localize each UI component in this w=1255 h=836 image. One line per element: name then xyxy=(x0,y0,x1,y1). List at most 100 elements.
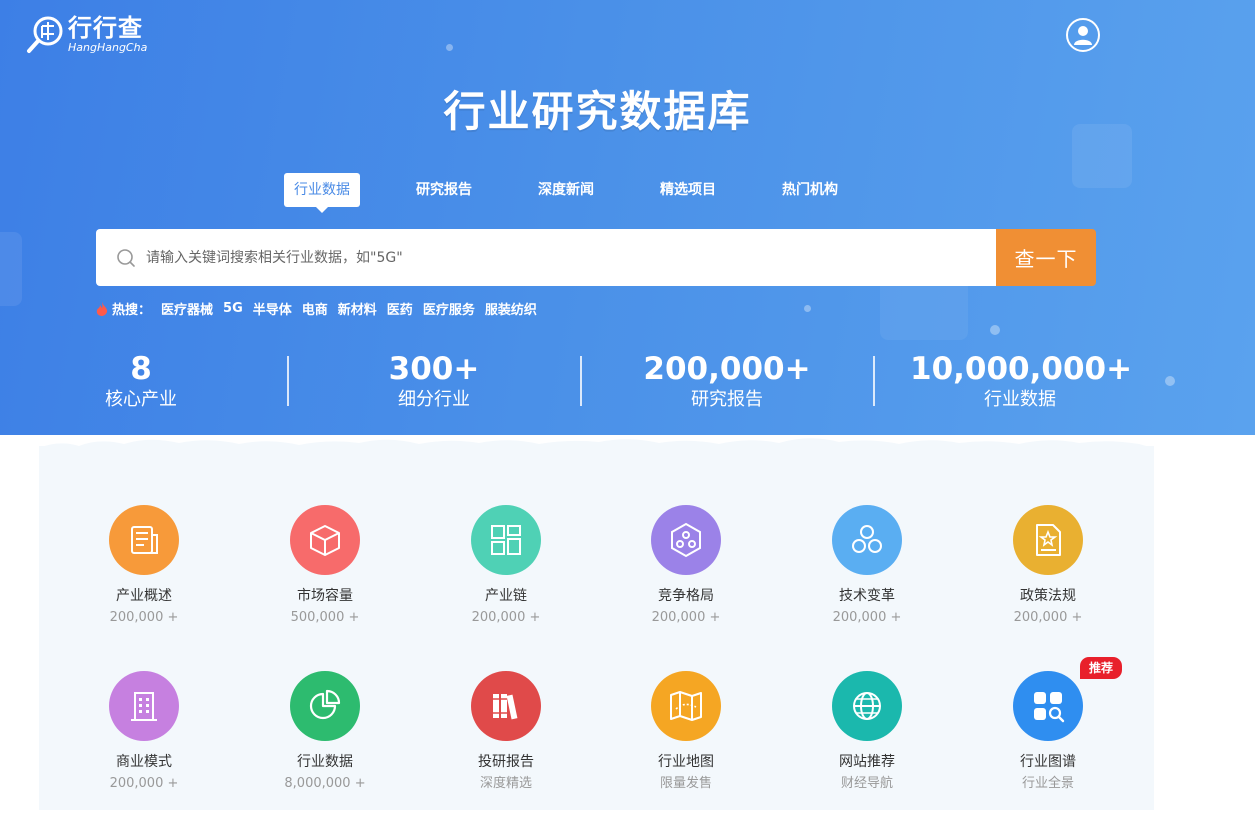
category-policy-regulations[interactable]: 政策法规 200,000 + xyxy=(973,505,1123,627)
stat-industry-data: 10,000,000+ 行业数据 xyxy=(910,351,1133,414)
hot-searches: 热搜： 医疗器械 5G 半导体 电商 新材料 医药 医疗服务 服装纺织 xyxy=(96,299,547,318)
magnifier-logo-icon xyxy=(27,16,63,53)
stat-label: 核心产业 xyxy=(105,389,177,410)
policy-document-icon xyxy=(1013,505,1083,575)
hot-searches-label: 热搜： xyxy=(112,303,152,318)
stat-divider xyxy=(287,356,289,406)
stat-value: 300+ xyxy=(388,351,480,387)
map-icon xyxy=(651,671,721,741)
page-title: 行业研究数据库 xyxy=(443,87,752,136)
category-name: 网站推荐 xyxy=(839,754,895,770)
cloud-edge xyxy=(39,438,1154,458)
category-count: 200,000 + xyxy=(471,610,541,625)
category-industry-data[interactable]: 行业数据 8,000,000 + xyxy=(250,671,400,793)
hot-search-link[interactable]: 新材料 xyxy=(338,299,377,318)
category-market-capacity[interactable]: 市场容量 500,000 + xyxy=(250,505,400,627)
category-count: 200,000 + xyxy=(1013,610,1083,625)
tab-selected-projects[interactable]: 精选项目 xyxy=(650,173,726,207)
category-industry-overview[interactable]: 产业概述 200,000 + xyxy=(69,505,219,627)
decor-square xyxy=(0,232,22,306)
user-account-button[interactable] xyxy=(1066,18,1100,52)
category-subtitle: 行业全景 xyxy=(1021,776,1074,791)
category-industry-chain[interactable]: 产业链 200,000 + xyxy=(431,505,581,627)
category-name: 竞争格局 xyxy=(658,588,714,604)
stat-label: 行业数据 xyxy=(984,389,1056,410)
tab-popular-institutions[interactable]: 热门机构 xyxy=(772,173,848,207)
tab-research-reports[interactable]: 研究报告 xyxy=(406,173,482,207)
category-panel: 产业概述 200,000 + 市场容量 500,000 + 产业链 200,00… xyxy=(39,438,1154,810)
pie-chart-icon xyxy=(290,671,360,741)
category-count: 500,000 + xyxy=(290,610,360,625)
molecule-icon xyxy=(832,505,902,575)
category-website-recommendations[interactable]: 网站推荐 财经导航 xyxy=(792,671,942,793)
category-name: 行业数据 xyxy=(297,754,353,770)
search-button[interactable]: 查一下 xyxy=(996,229,1096,286)
stat-value: 200,000+ xyxy=(643,351,811,387)
category-subtitle: 深度精选 xyxy=(479,776,532,791)
category-name: 行业地图 xyxy=(658,754,714,770)
hot-search-link[interactable]: 医疗服务 xyxy=(423,299,475,318)
category-count: 200,000 + xyxy=(832,610,902,625)
logo[interactable]: 行行查 HangHangCha xyxy=(26,14,147,54)
category-name: 政策法规 xyxy=(1020,588,1076,604)
stat-divider xyxy=(873,356,875,406)
category-industry-map[interactable]: 行业地图 限量发售 xyxy=(611,671,761,793)
hot-search-link[interactable]: 5G xyxy=(223,301,243,316)
category-name: 投研报告 xyxy=(478,754,534,770)
flame-icon xyxy=(96,301,108,316)
search-input[interactable] xyxy=(144,248,996,267)
category-tech-change[interactable]: 技术变革 200,000 + xyxy=(792,505,942,627)
category-subtitle: 财经导航 xyxy=(840,776,893,791)
category-count: 200,000 + xyxy=(109,610,179,625)
graph-search-icon xyxy=(1013,671,1083,741)
category-industry-graph[interactable]: 推荐 行业图谱 行业全景 xyxy=(973,657,1123,793)
stat-divider xyxy=(580,356,582,406)
category-name: 市场容量 xyxy=(297,588,353,604)
category-name: 行业图谱 xyxy=(1020,754,1076,770)
hot-search-link[interactable]: 电商 xyxy=(302,299,328,318)
category-name: 产业概述 xyxy=(116,588,172,604)
category-count: 200,000 + xyxy=(109,776,179,791)
decor-dot xyxy=(990,325,1000,335)
user-icon xyxy=(1074,26,1092,45)
category-name: 产业链 xyxy=(485,588,527,604)
brand-name: 行行查 xyxy=(68,13,143,42)
hot-search-link[interactable]: 半导体 xyxy=(253,299,292,318)
stat-label: 细分行业 xyxy=(398,389,470,410)
category-business-model[interactable]: 商业模式 200,000 + xyxy=(69,671,219,793)
hot-search-link[interactable]: 医药 xyxy=(387,299,413,318)
box-icon xyxy=(290,505,360,575)
building-icon xyxy=(109,671,179,741)
decor-dot xyxy=(446,44,453,51)
decor-dot xyxy=(804,305,811,312)
category-investment-reports[interactable]: 投研报告 深度精选 xyxy=(431,671,581,793)
category-competitive-landscape[interactable]: 竞争格局 200,000 + xyxy=(611,505,761,627)
tab-industry-data[interactable]: 行业数据 xyxy=(284,173,360,213)
tab-in-depth-news[interactable]: 深度新闻 xyxy=(528,173,604,207)
category-subtitle: 限量发售 xyxy=(659,776,712,791)
hero-banner: 行行查 HangHangCha 行业研究数据库 行业数据 研究报告 深度新闻 精… xyxy=(0,0,1255,435)
search-bar: 查一下 xyxy=(96,229,1096,286)
search-box xyxy=(96,229,996,286)
hexagon-network-icon xyxy=(651,505,721,575)
stat-value: 10,000,000+ xyxy=(910,351,1133,387)
books-icon xyxy=(471,671,541,741)
document-list-icon xyxy=(109,505,179,575)
recommended-badge: 推荐 xyxy=(1080,657,1123,679)
stats-bar: 8 核心产业 300+ 细分行业 200,000+ 研究报告 10,000,00… xyxy=(0,352,1255,412)
search-icon xyxy=(117,248,135,267)
category-name: 商业模式 xyxy=(116,754,172,770)
stat-core-industries: 8 核心产业 xyxy=(31,352,251,414)
category-count: 8,000,000 + xyxy=(284,776,366,791)
stat-research-reports: 200,000+ 研究报告 xyxy=(617,352,837,414)
hot-search-link[interactable]: 服装纺织 xyxy=(485,299,537,318)
category-count: 200,000 + xyxy=(651,610,721,625)
stat-sub-industries: 300+ 细分行业 xyxy=(324,352,544,414)
category-name: 技术变革 xyxy=(839,588,895,604)
stat-value: 8 xyxy=(130,351,152,387)
hot-search-link[interactable]: 医疗器械 xyxy=(161,299,213,318)
search-tabs: 行业数据 研究报告 深度新闻 精选项目 热门机构 xyxy=(284,173,894,213)
chain-blocks-icon xyxy=(471,505,541,575)
brand-name-en: HangHangCha xyxy=(68,40,148,54)
globe-icon xyxy=(832,671,902,741)
